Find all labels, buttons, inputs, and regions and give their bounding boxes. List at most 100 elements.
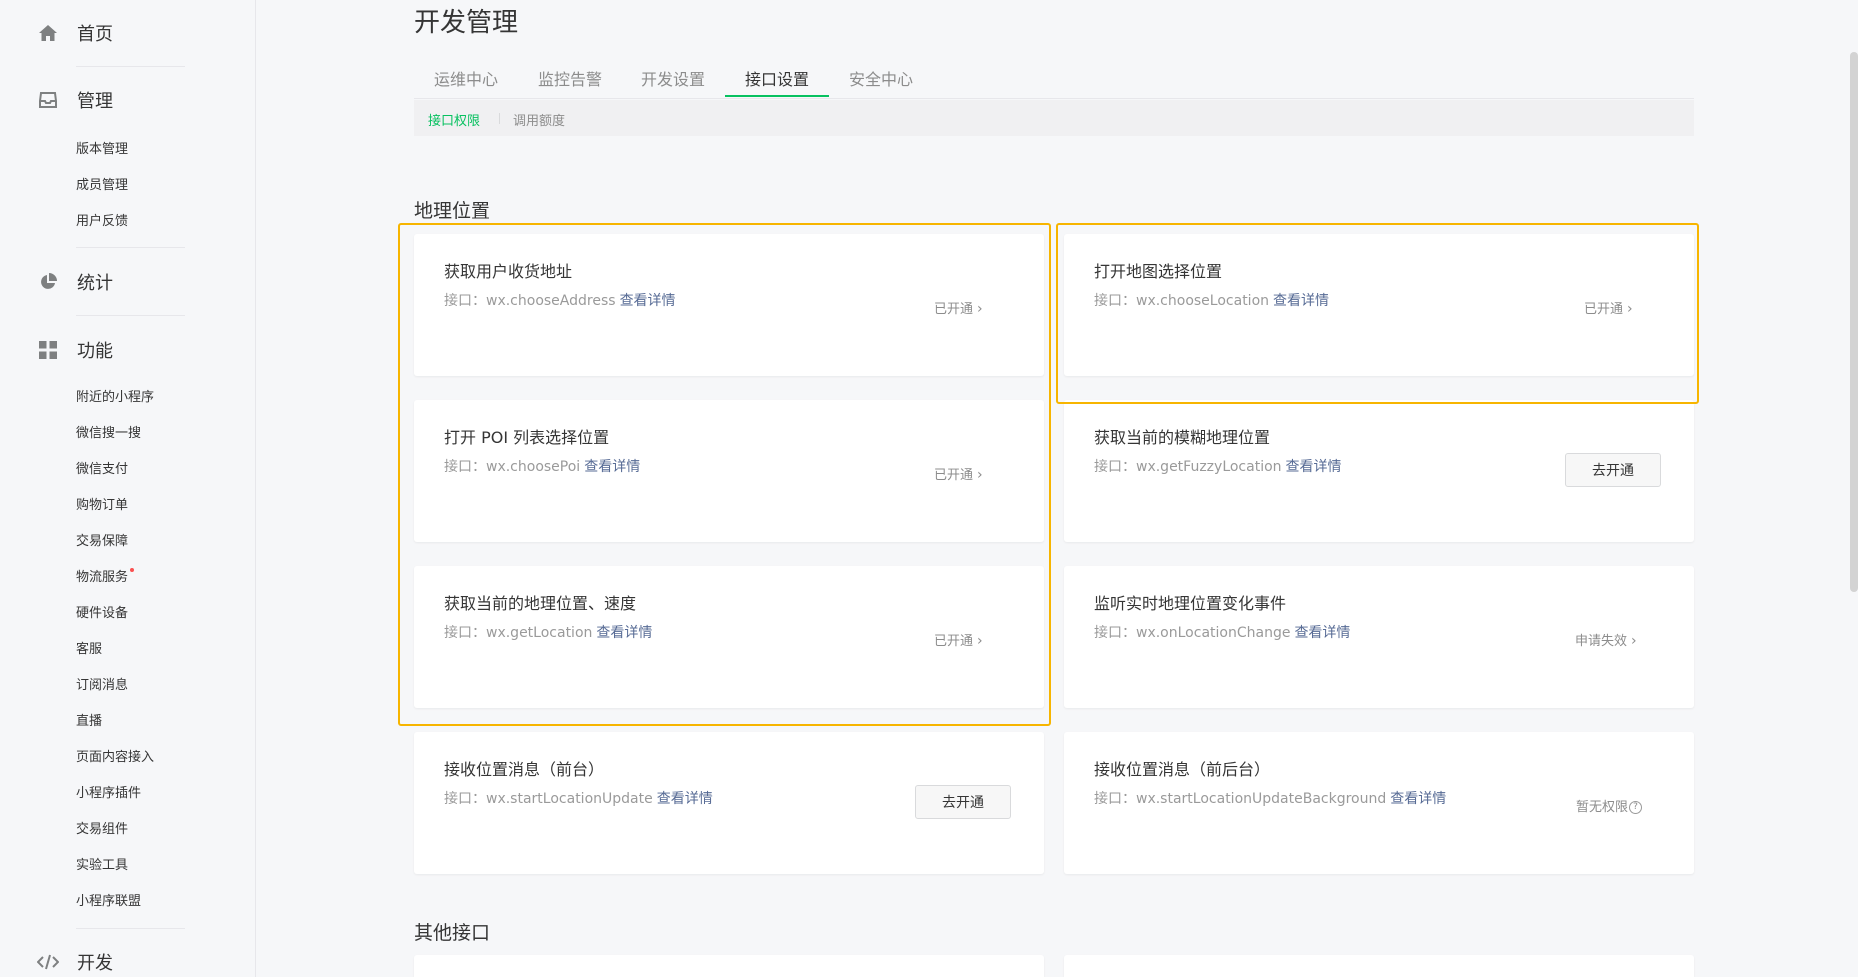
api-prefix: 接口： xyxy=(1094,791,1136,807)
api-name: wx.startLocationUpdateBackground xyxy=(1136,791,1387,807)
view-details-link[interactable]: 查看详情 xyxy=(584,459,640,475)
api-card: 接收位置消息（前后台） 接口：wx.startLocationUpdateBac… xyxy=(1064,732,1694,874)
api-prefix: 接口： xyxy=(1094,293,1136,309)
sidebar-item-pay[interactable]: 微信支付 xyxy=(76,460,128,480)
api-name: wx.startLocationUpdate xyxy=(486,791,653,807)
sidebar-item-label: 统计 xyxy=(77,273,113,294)
status-enabled[interactable]: 已开通 › xyxy=(1584,298,1633,317)
api-card-interface: 接口：wx.choosePoi 查看详情 xyxy=(444,456,640,476)
api-card-title: 获取当前的模糊地理位置 xyxy=(1094,428,1271,447)
subtab-permissions[interactable]: 接口权限 xyxy=(428,110,480,129)
api-card-title: 打开 POI 列表选择位置 xyxy=(444,428,610,447)
view-details-link[interactable]: 查看详情 xyxy=(1294,625,1350,641)
sidebar-divider xyxy=(76,928,185,929)
sidebar-item-label: 物流服务 xyxy=(76,570,129,585)
tab-bar: 运维中心 监控告警 开发设置 接口设置 安全中心 xyxy=(414,60,1694,99)
api-card-title: 获取用户收货地址 xyxy=(444,262,573,281)
enable-button[interactable]: 去开通 xyxy=(1565,453,1661,487)
page-title: 开发管理 xyxy=(414,8,519,38)
sidebar-item-orders[interactable]: 购物订单 xyxy=(76,496,128,516)
subtab-quota[interactable]: 调用额度 xyxy=(513,110,565,129)
view-details-link[interactable]: 查看详情 xyxy=(596,625,652,641)
sidebar-item-label: 开发 xyxy=(77,953,113,974)
status-label: 暂无权限 xyxy=(1576,800,1629,815)
sidebar-item-service[interactable]: 客服 xyxy=(76,640,102,660)
api-prefix: 接口： xyxy=(444,459,486,475)
api-card-interface: 接口：wx.onLocationChange 查看详情 xyxy=(1094,622,1350,642)
status-enabled[interactable]: 已开通 › xyxy=(934,298,983,317)
api-card-interface: 接口：wx.getFuzzyLocation 查看详情 xyxy=(1094,456,1342,476)
tab-ops[interactable]: 运维中心 xyxy=(434,66,498,90)
sidebar-item-members[interactable]: 成员管理 xyxy=(76,176,128,196)
active-tab-indicator xyxy=(725,95,829,97)
sidebar-item-plugin[interactable]: 小程序插件 xyxy=(76,784,141,804)
sidebar-item-feedback[interactable]: 用户反馈 xyxy=(76,212,128,232)
status-enabled[interactable]: 已开通 › xyxy=(934,464,983,483)
api-name: wx.getFuzzyLocation xyxy=(1136,459,1282,475)
sidebar-item-features[interactable]: 功能 xyxy=(36,335,113,365)
view-details-link[interactable]: 查看详情 xyxy=(1390,791,1446,807)
sidebar-divider xyxy=(76,66,185,67)
inbox-icon xyxy=(36,88,60,112)
sidebar-item-content[interactable]: 页面内容接入 xyxy=(76,748,154,768)
api-card: 获取当前的地理位置、速度 接口：wx.getLocation 查看详情 已开通 › xyxy=(414,566,1044,708)
api-name: wx.chooseLocation xyxy=(1136,293,1270,309)
api-card: 打开 POI 列表选择位置 接口：wx.choosePoi 查看详情 已开通 › xyxy=(414,400,1044,542)
sidebar-divider xyxy=(76,315,185,316)
scrollbar[interactable] xyxy=(1850,52,1858,592)
home-icon xyxy=(36,21,60,45)
sidebar-item-nearby[interactable]: 附近的小程序 xyxy=(76,388,154,408)
code-icon xyxy=(36,950,60,974)
view-details-link[interactable]: 查看详情 xyxy=(1286,459,1342,475)
api-card-title: 获取当前的地理位置、速度 xyxy=(444,594,637,613)
sidebar-item-live[interactable]: 直播 xyxy=(76,712,102,732)
view-details-link[interactable]: 查看详情 xyxy=(620,293,676,309)
sidebar-item-trade-component[interactable]: 交易组件 xyxy=(76,820,128,840)
status-enabled[interactable]: 已开通 › xyxy=(934,630,983,649)
sidebar-item-guarantee[interactable]: 交易保障 xyxy=(76,532,128,552)
status-label: 已开通 xyxy=(934,634,974,649)
sidebar-item-dev[interactable]: 开发 xyxy=(36,947,113,977)
sidebar-item-stats[interactable]: 统计 xyxy=(36,267,113,297)
sidebar-item-lab[interactable]: 实验工具 xyxy=(76,856,128,876)
tab-api-settings[interactable]: 接口设置 xyxy=(745,66,809,90)
help-icon[interactable]: ? xyxy=(1629,801,1643,814)
chevron-right-icon: › xyxy=(977,633,983,649)
tab-security[interactable]: 安全中心 xyxy=(849,66,913,90)
api-card-interface: 接口：wx.chooseLocation 查看详情 xyxy=(1094,290,1329,310)
api-name: wx.onLocationChange xyxy=(1136,625,1291,641)
sidebar-item-subscribe[interactable]: 订阅消息 xyxy=(76,676,128,696)
status-no-permission[interactable]: 暂无权限? xyxy=(1576,796,1643,815)
api-name: wx.choosePoi xyxy=(486,459,581,475)
sidebar-item-version[interactable]: 版本管理 xyxy=(76,140,128,160)
view-details-link[interactable]: 查看详情 xyxy=(1273,293,1329,309)
api-card xyxy=(414,955,1044,977)
tab-monitor[interactable]: 监控告警 xyxy=(538,66,602,90)
tab-dev-settings[interactable]: 开发设置 xyxy=(641,66,705,90)
status-expired[interactable]: 申请失效 › xyxy=(1575,630,1637,649)
sidebar-item-union[interactable]: 小程序联盟 xyxy=(76,892,141,912)
view-details-link[interactable]: 查看详情 xyxy=(657,791,713,807)
api-card: 获取当前的模糊地理位置 接口：wx.getFuzzyLocation 查看详情 去… xyxy=(1064,400,1694,542)
sidebar-item-search[interactable]: 微信搜一搜 xyxy=(76,424,141,444)
api-prefix: 接口： xyxy=(444,293,486,309)
grid-icon xyxy=(36,338,60,362)
sidebar-item-manage[interactable]: 管理 xyxy=(36,85,113,115)
api-card-interface: 接口：wx.chooseAddress 查看详情 xyxy=(444,290,676,310)
pie-chart-icon xyxy=(36,270,60,294)
sidebar-item-hardware[interactable]: 硬件设备 xyxy=(76,604,128,624)
api-card-title: 接收位置消息（前台） xyxy=(444,760,605,779)
sidebar-item-home[interactable]: 首页 xyxy=(36,18,113,48)
section-title-geo: 地理位置 xyxy=(414,200,491,222)
status-label: 已开通 xyxy=(934,468,974,483)
api-card: 接收位置消息（前台） 接口：wx.startLocationUpdate 查看详情… xyxy=(414,732,1044,874)
chevron-right-icon: › xyxy=(1627,301,1633,317)
sidebar-item-logistics[interactable]: 物流服务 xyxy=(76,568,135,588)
section-title-other: 其他接口 xyxy=(414,922,491,944)
status-label: 已开通 xyxy=(934,302,974,317)
sidebar-item-label: 功能 xyxy=(77,341,113,362)
api-name: wx.chooseAddress xyxy=(486,293,616,309)
subtab-bar: 接口权限 调用额度 xyxy=(414,100,1694,136)
enable-button[interactable]: 去开通 xyxy=(915,785,1011,819)
subtab-divider xyxy=(499,113,500,124)
